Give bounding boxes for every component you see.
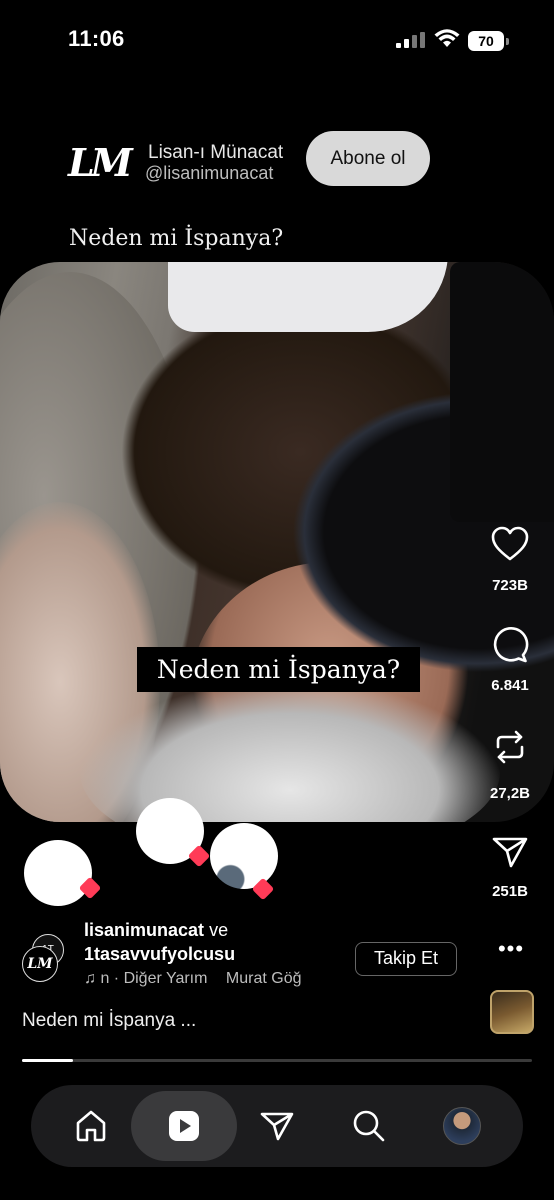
audio-thumbnail[interactable] <box>490 990 534 1034</box>
send-icon[interactable] <box>259 1108 295 1144</box>
repost-count: 27,2B <box>489 785 531 802</box>
reaction-sticker[interactable] <box>210 823 278 889</box>
music-info[interactable]: ♫ n · Diğer Yarım Murat Göğ <box>84 970 336 988</box>
more-icon[interactable]: ••• <box>496 936 526 961</box>
battery-level: 70 <box>468 31 504 51</box>
search-icon[interactable] <box>351 1108 387 1144</box>
video-caption: Neden mi İspanya? <box>137 647 420 692</box>
bottom-nav <box>31 1085 523 1167</box>
status-time: 11:06 <box>68 26 125 51</box>
channel-logo[interactable]: LM <box>68 140 134 185</box>
repost-icon[interactable] <box>490 727 530 767</box>
video-frame-kippah <box>168 262 448 332</box>
wifi-icon <box>434 29 460 47</box>
subscribe-button[interactable]: Abone ol <box>306 131 430 186</box>
battery-indicator: 70 <box>468 31 510 51</box>
profile-avatar[interactable] <box>443 1107 481 1145</box>
avatar-primary: LM <box>22 946 58 982</box>
like-count: 723B <box>492 577 528 594</box>
reel-caption[interactable]: Neden mi İspanya ... <box>22 1010 196 1032</box>
home-icon[interactable] <box>73 1108 109 1144</box>
author-names[interactable]: lisanimunacat ve <box>84 920 228 941</box>
progress-bar[interactable] <box>22 1059 532 1062</box>
music-title: n · Diğer Yarım <box>100 970 208 987</box>
video-player[interactable] <box>0 262 554 822</box>
reels-icon[interactable] <box>166 1108 202 1144</box>
share-count: 251B <box>492 883 528 900</box>
author-avatars[interactable]: 1T LM <box>22 934 64 982</box>
comment-icon[interactable] <box>490 625 530 665</box>
cellular-signal-icon <box>396 32 425 48</box>
overlay-title: Neden mi İspanya? <box>69 226 284 251</box>
progress-fill <box>22 1059 73 1062</box>
author-primary[interactable]: lisanimunacat <box>84 920 204 940</box>
author-conjunction: ve <box>209 920 229 940</box>
channel-name[interactable]: Lisan-ı Münacat <box>148 142 283 164</box>
reaction-sticker[interactable] <box>24 840 92 906</box>
music-note-icon: ♫ <box>84 970 96 987</box>
video-frame-hat <box>450 262 554 522</box>
follow-button[interactable]: Takip Et <box>355 942 457 976</box>
comment-count: 6.841 <box>491 677 529 694</box>
heart-icon[interactable] <box>490 524 530 564</box>
author-secondary[interactable]: 1tasavvufyolcusu <box>84 944 235 965</box>
share-icon[interactable] <box>490 832 530 872</box>
music-artist: Murat Göğ <box>225 970 302 987</box>
channel-handle[interactable]: @lisanimunacat <box>145 163 273 184</box>
